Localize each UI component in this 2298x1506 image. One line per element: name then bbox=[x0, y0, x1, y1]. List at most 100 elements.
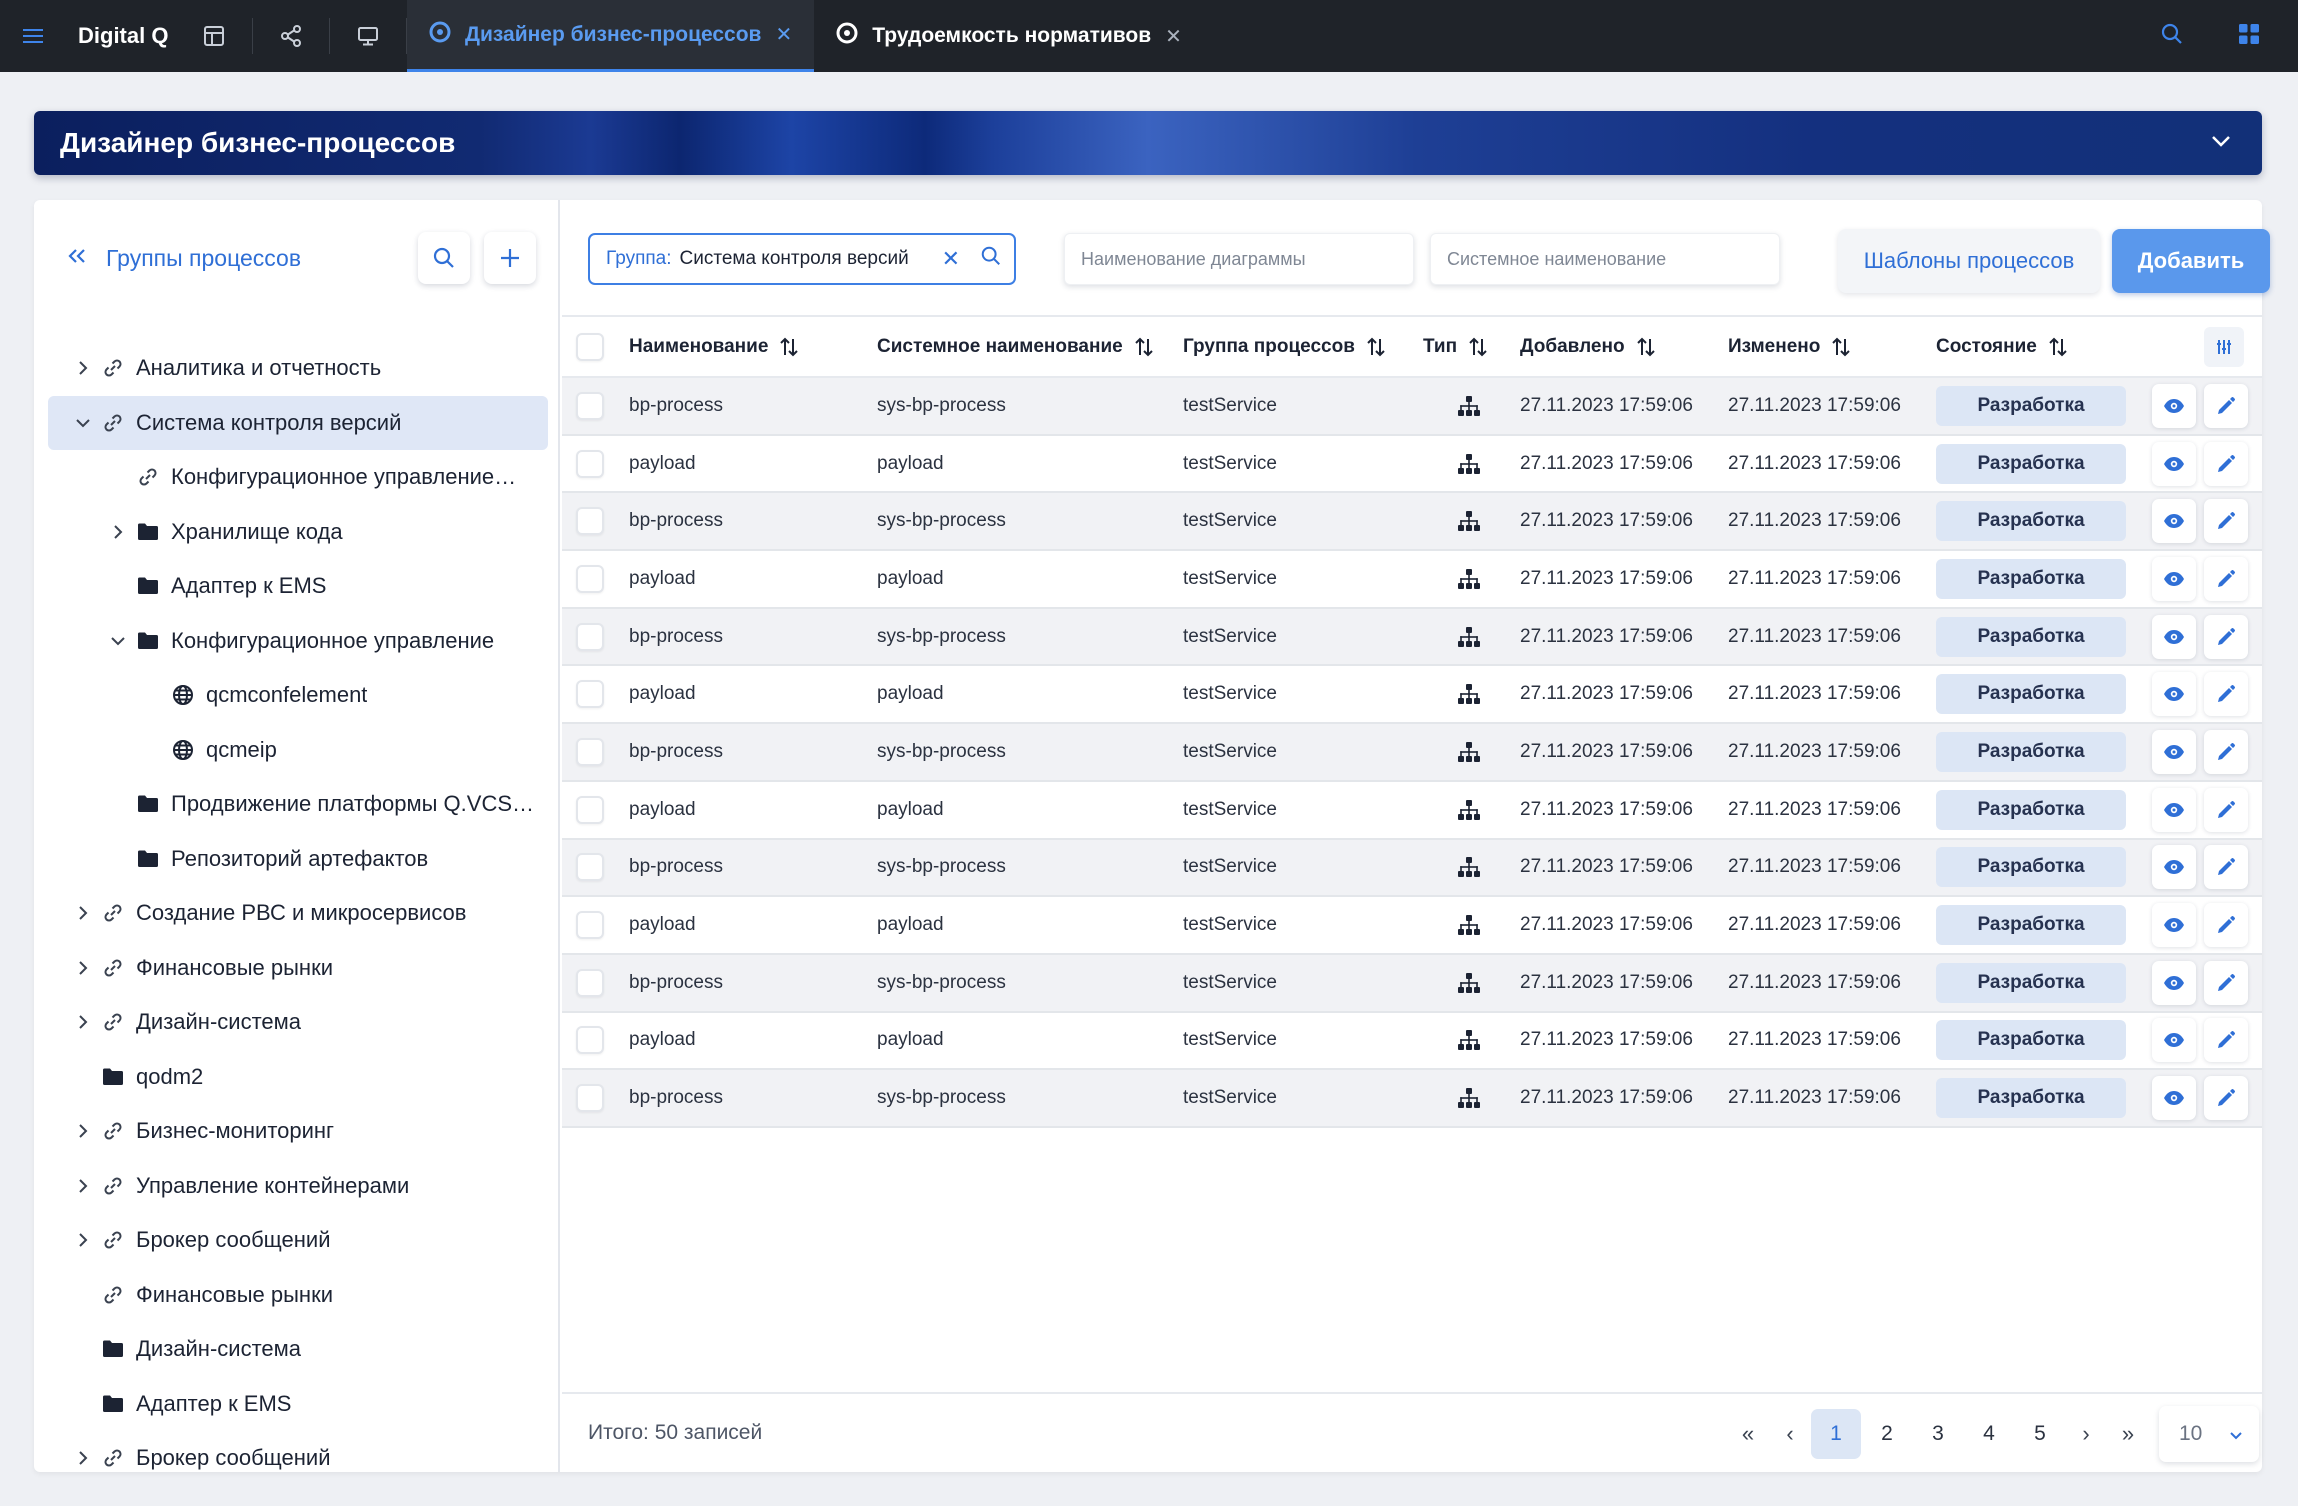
edit-button[interactable] bbox=[2204, 614, 2248, 659]
table-row[interactable]: bp-process sys-bp-process testService 27.11… bbox=[562, 724, 2262, 782]
hamburger-menu-icon[interactable] bbox=[0, 0, 66, 72]
app-name[interactable]: Digital Q bbox=[66, 0, 176, 72]
system-name-input[interactable] bbox=[1430, 233, 1780, 285]
row-checkbox[interactable] bbox=[576, 795, 604, 824]
edit-button[interactable] bbox=[2204, 556, 2248, 601]
table-row[interactable]: bp-process sys-bp-process testService 27.11… bbox=[562, 378, 2262, 436]
chevron-down-icon[interactable] bbox=[70, 417, 96, 429]
next-page-button[interactable]: › bbox=[2065, 1409, 2107, 1459]
layout-icon[interactable] bbox=[176, 0, 252, 72]
close-icon[interactable]: ✕ bbox=[1165, 24, 1182, 49]
row-checkbox[interactable] bbox=[576, 680, 604, 709]
tree-item[interactable]: Конфигурационное управление bbox=[48, 614, 548, 669]
row-checkbox[interactable] bbox=[576, 622, 604, 651]
view-button[interactable] bbox=[2152, 383, 2196, 428]
edit-button[interactable] bbox=[2204, 1018, 2248, 1063]
tree-item[interactable]: Бизнес-мониторинг bbox=[48, 1104, 548, 1159]
table-row[interactable]: bp-process sys-bp-process testService 27.11… bbox=[562, 954, 2262, 1013]
table-row[interactable]: bp-process sys-bp-process testService 27.11… bbox=[562, 839, 2262, 898]
view-button[interactable] bbox=[2152, 1076, 2196, 1121]
row-checkbox[interactable] bbox=[576, 911, 604, 940]
tree-item[interactable]: Брокер сообщений bbox=[48, 1213, 548, 1268]
tree-item[interactable]: Продвижение платформы Q.VCS… bbox=[48, 777, 548, 832]
sort-icon[interactable] bbox=[1830, 336, 1852, 358]
edit-button[interactable] bbox=[2204, 903, 2248, 948]
table-row[interactable]: payload payload testService 27.11.2023 17:5… bbox=[562, 897, 2262, 955]
column-header-name[interactable]: Наименование bbox=[629, 317, 800, 376]
row-checkbox[interactable] bbox=[576, 391, 604, 420]
tree-item[interactable]: Аналитика и отчетность bbox=[48, 341, 548, 396]
sort-icon[interactable] bbox=[1365, 336, 1387, 358]
tree-item[interactable]: Финансовые рынки bbox=[48, 941, 548, 996]
tree-item[interactable]: Дизайн-система bbox=[48, 1322, 548, 1377]
tree-item[interactable]: Управление контейнерами bbox=[48, 1159, 548, 1214]
tree-item[interactable]: qcmconfelement bbox=[48, 668, 548, 723]
row-checkbox[interactable] bbox=[576, 853, 604, 882]
page-button[interactable]: 5 bbox=[2015, 1409, 2065, 1459]
page-button[interactable]: 3 bbox=[1913, 1409, 1963, 1459]
chevron-right-icon[interactable] bbox=[70, 905, 96, 921]
select-all-checkbox[interactable] bbox=[576, 332, 604, 361]
close-icon[interactable]: ✕ bbox=[775, 22, 792, 47]
last-page-button[interactable]: » bbox=[2107, 1409, 2149, 1459]
page-button[interactable]: 1 bbox=[1811, 1409, 1861, 1459]
chevron-right-icon[interactable] bbox=[70, 960, 96, 976]
view-button[interactable] bbox=[2152, 441, 2196, 486]
tab-labor-norms[interactable]: Трудоемкость нормативов ✕ bbox=[814, 0, 1204, 72]
apps-grid-icon[interactable] bbox=[2238, 23, 2260, 50]
table-row[interactable]: payload payload testService 27.11.2023 17:5… bbox=[562, 782, 2262, 840]
monitor-icon[interactable] bbox=[330, 0, 406, 72]
share-icon[interactable] bbox=[253, 0, 329, 72]
first-page-button[interactable]: « bbox=[1727, 1409, 1769, 1459]
edit-button[interactable] bbox=[2204, 729, 2248, 774]
column-header-type[interactable]: Тип bbox=[1423, 317, 1489, 376]
view-button[interactable] bbox=[2152, 556, 2196, 601]
tree-item[interactable]: Дизайн-система bbox=[48, 995, 548, 1050]
table-row[interactable]: bp-process sys-bp-process testService 27.11… bbox=[562, 1070, 2262, 1128]
row-checkbox[interactable] bbox=[576, 968, 604, 997]
tree-item[interactable]: Финансовые рынки bbox=[48, 1268, 548, 1323]
page-button[interactable]: 2 bbox=[1862, 1409, 1912, 1459]
view-button[interactable] bbox=[2152, 499, 2196, 544]
chevron-down-icon[interactable] bbox=[105, 635, 131, 647]
collapse-sidebar-icon[interactable] bbox=[66, 247, 88, 270]
add-button[interactable]: Добавить bbox=[2112, 229, 2270, 293]
sort-icon[interactable] bbox=[2047, 336, 2069, 358]
edit-button[interactable] bbox=[2204, 845, 2248, 890]
view-button[interactable] bbox=[2152, 1018, 2196, 1063]
chevron-right-icon[interactable] bbox=[70, 360, 96, 376]
column-header-system-name[interactable]: Системное наименование bbox=[877, 317, 1155, 376]
view-button[interactable] bbox=[2152, 960, 2196, 1005]
sort-icon[interactable] bbox=[778, 336, 800, 358]
column-header-added[interactable]: Добавлено bbox=[1520, 317, 1657, 376]
table-row[interactable]: payload payload testService 27.11.2023 17:5… bbox=[562, 1013, 2262, 1071]
edit-button[interactable] bbox=[2204, 1076, 2248, 1121]
diagram-name-input[interactable] bbox=[1064, 233, 1414, 285]
column-header-process-group[interactable]: Группа процессов bbox=[1183, 317, 1387, 376]
sort-icon[interactable] bbox=[1133, 336, 1155, 358]
row-checkbox[interactable] bbox=[576, 449, 604, 478]
tree-item[interactable]: Репозиторий артефактов bbox=[48, 832, 548, 887]
prev-page-button[interactable]: ‹ bbox=[1769, 1409, 1811, 1459]
chevron-right-icon[interactable] bbox=[70, 1232, 96, 1248]
edit-button[interactable] bbox=[2204, 499, 2248, 544]
tree-item[interactable]: Адаптер к EMS bbox=[48, 1377, 548, 1432]
process-templates-button[interactable]: Шаблоны процессов bbox=[1838, 229, 2100, 293]
view-button[interactable] bbox=[2152, 729, 2196, 774]
chevron-right-icon[interactable] bbox=[70, 1178, 96, 1194]
tree-item[interactable]: Хранилище кода bbox=[48, 505, 548, 560]
add-group-button[interactable] bbox=[484, 232, 536, 284]
sort-icon[interactable] bbox=[1635, 336, 1657, 358]
chevron-right-icon[interactable] bbox=[105, 524, 131, 540]
group-filter-chip[interactable]: Группа: Система контроля версий ✕ bbox=[588, 233, 1016, 285]
row-checkbox[interactable] bbox=[576, 1026, 604, 1055]
edit-button[interactable] bbox=[2204, 787, 2248, 832]
table-row[interactable]: bp-process sys-bp-process testService 27.11… bbox=[562, 493, 2262, 552]
chevron-right-icon[interactable] bbox=[70, 1450, 96, 1466]
column-settings-icon[interactable] bbox=[2204, 326, 2244, 367]
sidebar-search-button[interactable] bbox=[418, 232, 470, 284]
view-button[interactable] bbox=[2152, 787, 2196, 832]
tree-item[interactable]: Создание РВС и микросервисов bbox=[48, 886, 548, 941]
table-row[interactable]: payload payload testService 27.11.2023 17:5… bbox=[562, 436, 2262, 494]
edit-button[interactable] bbox=[2204, 672, 2248, 717]
